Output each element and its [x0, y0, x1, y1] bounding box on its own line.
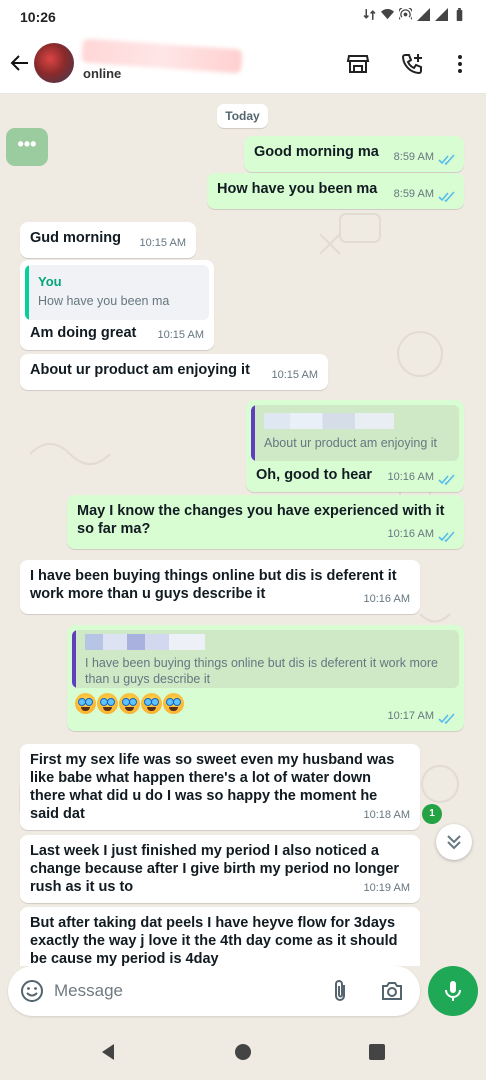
message-time: 8:59 AM: [393, 188, 434, 200]
status-time: 10:26: [20, 9, 56, 25]
quote-author-redacted: [264, 413, 394, 429]
more-vert-icon[interactable]: [448, 52, 472, 76]
more-options-button[interactable]: •••: [6, 128, 48, 166]
message-bubble-outgoing[interactable]: May I know the changes you have experien…: [67, 495, 464, 549]
quote-text: How have you been ma: [38, 294, 170, 308]
message-bubble-outgoing-reply[interactable]: About ur product am enjoying it Oh, good…: [246, 400, 464, 492]
message-bubble-incoming[interactable]: But after taking dat peels I have heyve …: [20, 907, 420, 966]
message-bubble-incoming[interactable]: Gud morning 10:15 AM: [20, 222, 196, 258]
message-time: 8:59 AM: [393, 151, 434, 163]
quoted-message[interactable]: You How have you been ma: [25, 265, 209, 320]
message-time: 10:15 AM: [157, 329, 204, 341]
read-ticks-icon: [438, 191, 455, 203]
message-time: 10:15 AM: [271, 369, 318, 381]
quote-bar: [25, 265, 29, 320]
message-text: But after taking dat peels I have heyve …: [30, 915, 398, 966]
wifi-icon: [381, 9, 394, 20]
read-ticks-icon: [438, 713, 455, 725]
unread-count-badge: 1: [422, 804, 442, 824]
quote-author: You: [38, 274, 62, 289]
data-arrows-icon: [363, 9, 376, 20]
star-struck-emoji: [97, 693, 118, 714]
star-struck-emoji: [141, 693, 162, 714]
message-text: I have been buying things online but dis…: [30, 568, 397, 602]
message-bubble-outgoing[interactable]: Good morning ma 8:59 AM: [244, 136, 464, 172]
system-nav-bar: [0, 1024, 486, 1080]
scroll-to-bottom-button[interactable]: [436, 824, 472, 860]
emoji-reaction-row: [75, 693, 184, 714]
message-text: Last week I just finished my period I al…: [30, 843, 400, 895]
read-ticks-icon: [438, 154, 455, 166]
mic-button[interactable]: [428, 966, 478, 1016]
star-struck-emoji: [75, 693, 96, 714]
quoted-message[interactable]: I have been buying things online but dis…: [72, 630, 459, 688]
read-ticks-icon: [438, 531, 455, 543]
star-struck-emoji: [119, 693, 140, 714]
quoted-message[interactable]: About ur product am enjoying it: [251, 405, 459, 461]
star-struck-emoji: [163, 693, 184, 714]
avatar[interactable]: [34, 43, 74, 83]
back-arrow-icon[interactable]: [8, 51, 32, 75]
message-time: 10:19 AM: [363, 882, 410, 894]
signal-icon-2: [435, 8, 448, 21]
paperclip-icon[interactable]: [328, 979, 352, 1003]
status-bar: 10:26: [0, 0, 486, 36]
quote-text: I have been buying things online but dis…: [85, 656, 438, 686]
message-time: 10:18 AM: [363, 809, 410, 821]
message-bubble-incoming-reply[interactable]: You How have you been ma Am doing great …: [20, 260, 214, 350]
message-bubble-incoming[interactable]: First my sex life was so sweet even my h…: [20, 744, 420, 830]
add-call-icon[interactable]: [400, 52, 424, 76]
nav-home-icon[interactable]: [233, 1042, 253, 1062]
message-time: 10:16 AM: [387, 471, 434, 483]
quote-bar: [251, 405, 255, 461]
status-icons: [363, 8, 466, 21]
message-time: 10:17 AM: [387, 710, 434, 722]
message-bubble-outgoing-reply[interactable]: I have been buying things online but dis…: [67, 625, 464, 731]
hotspot-icon: [399, 8, 412, 20]
contact-status: online: [83, 66, 122, 81]
camera-icon[interactable]: [380, 979, 404, 1003]
message-bubble-incoming[interactable]: Last week I just finished my period I al…: [20, 835, 420, 903]
quote-author-redacted: [85, 634, 205, 650]
message-time: 10:16 AM: [363, 593, 410, 605]
message-bubble-incoming[interactable]: I have been buying things online but dis…: [20, 560, 420, 614]
message-bubble-outgoing[interactable]: How have you been ma 8:59 AM: [207, 173, 464, 209]
quote-bar: [72, 630, 76, 688]
double-chevron-down-icon: [447, 835, 461, 850]
message-time: 10:16 AM: [387, 528, 434, 540]
chat-area[interactable]: Today ••• Good morning ma 8:59 AM How ha…: [0, 94, 486, 966]
message-bubble-incoming[interactable]: About ur product am enjoying it 10:15 AM: [20, 354, 328, 390]
message-time: 10:15 AM: [139, 237, 186, 249]
date-chip: Today: [217, 104, 268, 128]
battery-icon: [456, 8, 463, 21]
signal-icon: [417, 8, 430, 21]
quote-text: About ur product am enjoying it: [264, 436, 438, 450]
read-ticks-icon: [438, 474, 455, 486]
store-icon[interactable]: [346, 52, 370, 76]
mic-icon: [445, 981, 461, 1001]
message-composer: [8, 966, 420, 1016]
nav-back-icon[interactable]: [98, 1042, 118, 1062]
emoji-icon[interactable]: [20, 979, 44, 1003]
nav-recents-icon[interactable]: [367, 1042, 387, 1062]
message-text: First my sex life was so sweet even my h…: [30, 752, 395, 822]
message-input[interactable]: [54, 976, 314, 1006]
chat-header: online: [0, 36, 486, 94]
